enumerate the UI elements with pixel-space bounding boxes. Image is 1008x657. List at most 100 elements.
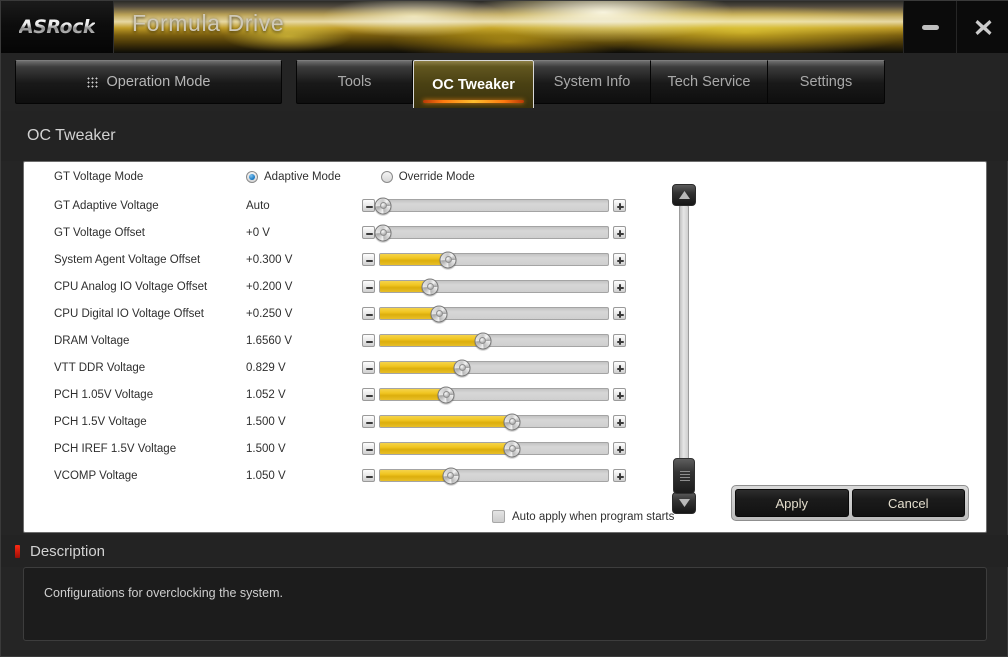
slider-knob[interactable] (503, 440, 521, 457)
apply-button[interactable]: Apply (735, 489, 849, 517)
close-button[interactable] (956, 1, 1008, 53)
slider-track[interactable] (379, 251, 609, 268)
setting-value: Auto (246, 199, 270, 212)
checkbox-icon (492, 510, 505, 523)
slider-track[interactable] (379, 278, 609, 295)
slider-fill (380, 443, 513, 454)
decrement-button[interactable] (362, 469, 375, 482)
slider-knob[interactable] (442, 467, 460, 484)
slider-knob[interactable] (421, 278, 439, 295)
tab-tech-service[interactable]: Tech Service (651, 60, 768, 104)
close-icon (975, 19, 991, 35)
slider-track[interactable] (379, 413, 609, 430)
tab-tools[interactable]: Tools (296, 60, 413, 104)
slider-fill (380, 362, 463, 373)
decrement-button[interactable] (362, 253, 375, 266)
increment-button[interactable] (613, 199, 626, 212)
tab-oc-tweaker[interactable]: OC Tweaker (413, 60, 534, 108)
tab-settings[interactable]: Settings (768, 60, 885, 104)
slider-knob[interactable] (437, 386, 455, 403)
auto-apply-checkbox[interactable]: Auto apply when program starts (492, 510, 674, 523)
increment-button[interactable] (613, 334, 626, 347)
cancel-button[interactable]: Cancel (851, 489, 965, 517)
setting-row: CPU Analog IO Voltage Offset +0.200 V (24, 273, 684, 300)
chevron-up-icon (678, 191, 690, 199)
slider-track[interactable] (379, 386, 609, 403)
increment-button[interactable] (613, 442, 626, 455)
increment-button[interactable] (613, 253, 626, 266)
radio-override-mode[interactable]: Override Mode (380, 171, 475, 183)
app-title: Formula Drive (132, 10, 285, 36)
tab-operation-mode[interactable]: Operation Mode (15, 60, 282, 104)
slider-track[interactable] (379, 467, 609, 484)
scroll-up-button[interactable] (672, 184, 696, 206)
slider-control (362, 278, 626, 295)
increment-button[interactable] (613, 280, 626, 293)
decrement-button[interactable] (362, 442, 375, 455)
setting-row: VTT DDR Voltage 0.829 V (24, 354, 684, 381)
slider-track[interactable] (374, 224, 609, 241)
tab-operation-mode-label: Operation Mode (106, 74, 211, 90)
slider-knob[interactable] (430, 305, 448, 322)
slider-knob[interactable] (374, 224, 392, 241)
setting-value: 1.6560 V (246, 334, 293, 347)
radio-adaptive-mode-icon (246, 171, 258, 183)
decrement-button[interactable] (362, 415, 375, 428)
description-marker-icon (15, 544, 20, 558)
slider-fill (380, 254, 449, 265)
minimize-button[interactable] (903, 1, 956, 53)
slider-control (362, 359, 626, 376)
setting-label: System Agent Voltage Offset (54, 253, 201, 266)
decrement-button[interactable] (362, 307, 375, 320)
setting-value: 1.500 V (246, 442, 286, 455)
setting-row: PCH IREF 1.5V Voltage 1.500 V (24, 435, 684, 462)
vertical-scrollbar[interactable] (672, 184, 696, 514)
decrement-button[interactable] (362, 226, 375, 239)
slider-control (362, 197, 626, 214)
action-button-group: Apply Cancel (731, 485, 969, 521)
decrement-button[interactable] (362, 334, 375, 347)
increment-button[interactable] (613, 226, 626, 239)
slider-knob[interactable] (439, 251, 457, 268)
scroll-down-button[interactable] (672, 492, 696, 514)
slider-track[interactable] (379, 440, 609, 457)
increment-button[interactable] (613, 361, 626, 374)
tab-system-info-label: System Info (553, 74, 631, 90)
scrollbar-track[interactable] (679, 205, 689, 493)
slider-knob[interactable] (453, 359, 471, 376)
asrock-logo: ASRock (1, 1, 114, 53)
slider-knob[interactable] (374, 197, 392, 214)
tab-system-info[interactable]: System Info (534, 60, 651, 104)
slider-knob[interactable] (503, 413, 521, 430)
decrement-button[interactable] (362, 280, 375, 293)
scrollbar-thumb[interactable] (673, 458, 695, 494)
decrement-button[interactable] (362, 361, 375, 374)
slider-fill (380, 470, 451, 481)
slider-fill (380, 416, 513, 427)
increment-button[interactable] (613, 307, 626, 320)
radio-adaptive-mode-label: Adaptive Mode (264, 171, 341, 183)
description-text: Configurations for overclocking the syst… (44, 586, 283, 600)
asrock-logo-text: ASRock (18, 16, 96, 38)
slider-control (362, 332, 626, 349)
description-heading: Description (30, 542, 106, 560)
decrement-button[interactable] (362, 199, 375, 212)
increment-button[interactable] (613, 415, 626, 428)
slider-track[interactable] (374, 197, 609, 214)
slider-track[interactable] (379, 305, 609, 322)
decrement-button[interactable] (362, 388, 375, 401)
increment-button[interactable] (613, 469, 626, 482)
page-title: OC Tweaker (1, 111, 1008, 161)
radio-adaptive-mode[interactable]: Adaptive Mode (246, 171, 341, 183)
slider-track[interactable] (379, 332, 609, 349)
setting-label: GT Voltage Offset (54, 226, 145, 239)
setting-row: GT Voltage Offset +0 V (24, 219, 684, 246)
setting-row: VCOMP Voltage 1.050 V (24, 462, 684, 489)
row-label: GT Voltage Mode (54, 171, 144, 183)
slider-control (362, 251, 626, 268)
increment-button[interactable] (613, 388, 626, 401)
slider-track[interactable] (379, 359, 609, 376)
slider-fill (380, 335, 483, 346)
grid-icon (86, 76, 98, 88)
slider-knob[interactable] (474, 332, 492, 349)
